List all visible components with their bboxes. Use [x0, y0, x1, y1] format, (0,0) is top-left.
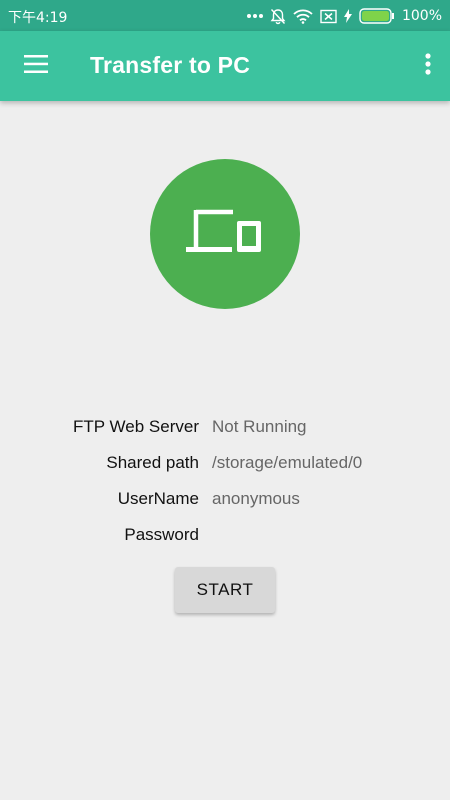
- no-sim-icon: [320, 9, 337, 24]
- start-button[interactable]: START: [175, 567, 275, 613]
- menu-button[interactable]: [14, 44, 58, 88]
- overflow-menu-button[interactable]: [414, 44, 442, 88]
- silent-bell-icon: [270, 8, 286, 25]
- info-row-ftp-server: FTP Web Server Not Running: [0, 410, 450, 446]
- charging-icon: [343, 9, 352, 23]
- info-row-password: Password: [0, 518, 450, 554]
- shared-path-label: Shared path: [106, 453, 199, 472]
- ftp-server-label: FTP Web Server: [73, 417, 199, 436]
- wifi-icon: [293, 9, 313, 24]
- page-title: Transfer to PC: [90, 52, 251, 78]
- status-bar: 下午4:19 100%: [0, 0, 450, 31]
- info-row-shared-path: Shared path /storage/emulated/0: [0, 446, 450, 482]
- more-vert-icon: [425, 52, 431, 80]
- username-value: anonymous: [212, 489, 300, 508]
- devices-icon: [185, 207, 265, 262]
- battery-percent: 100%: [401, 8, 442, 24]
- info-row-username: UserName anonymous: [0, 482, 450, 518]
- username-label: UserName: [117, 489, 199, 508]
- app-bar: Transfer to PC: [0, 31, 450, 101]
- hamburger-menu-icon: [24, 54, 48, 78]
- ftp-server-status: Not Running: [212, 417, 307, 436]
- more-dots-icon: [246, 13, 263, 19]
- shared-path-value: /storage/emulated/0: [212, 453, 363, 472]
- battery-icon: [359, 8, 395, 24]
- status-time: 下午4:19: [8, 10, 68, 26]
- transfer-hero: [150, 159, 300, 309]
- status-icons: 100%: [246, 5, 442, 27]
- password-label: Password: [124, 525, 199, 544]
